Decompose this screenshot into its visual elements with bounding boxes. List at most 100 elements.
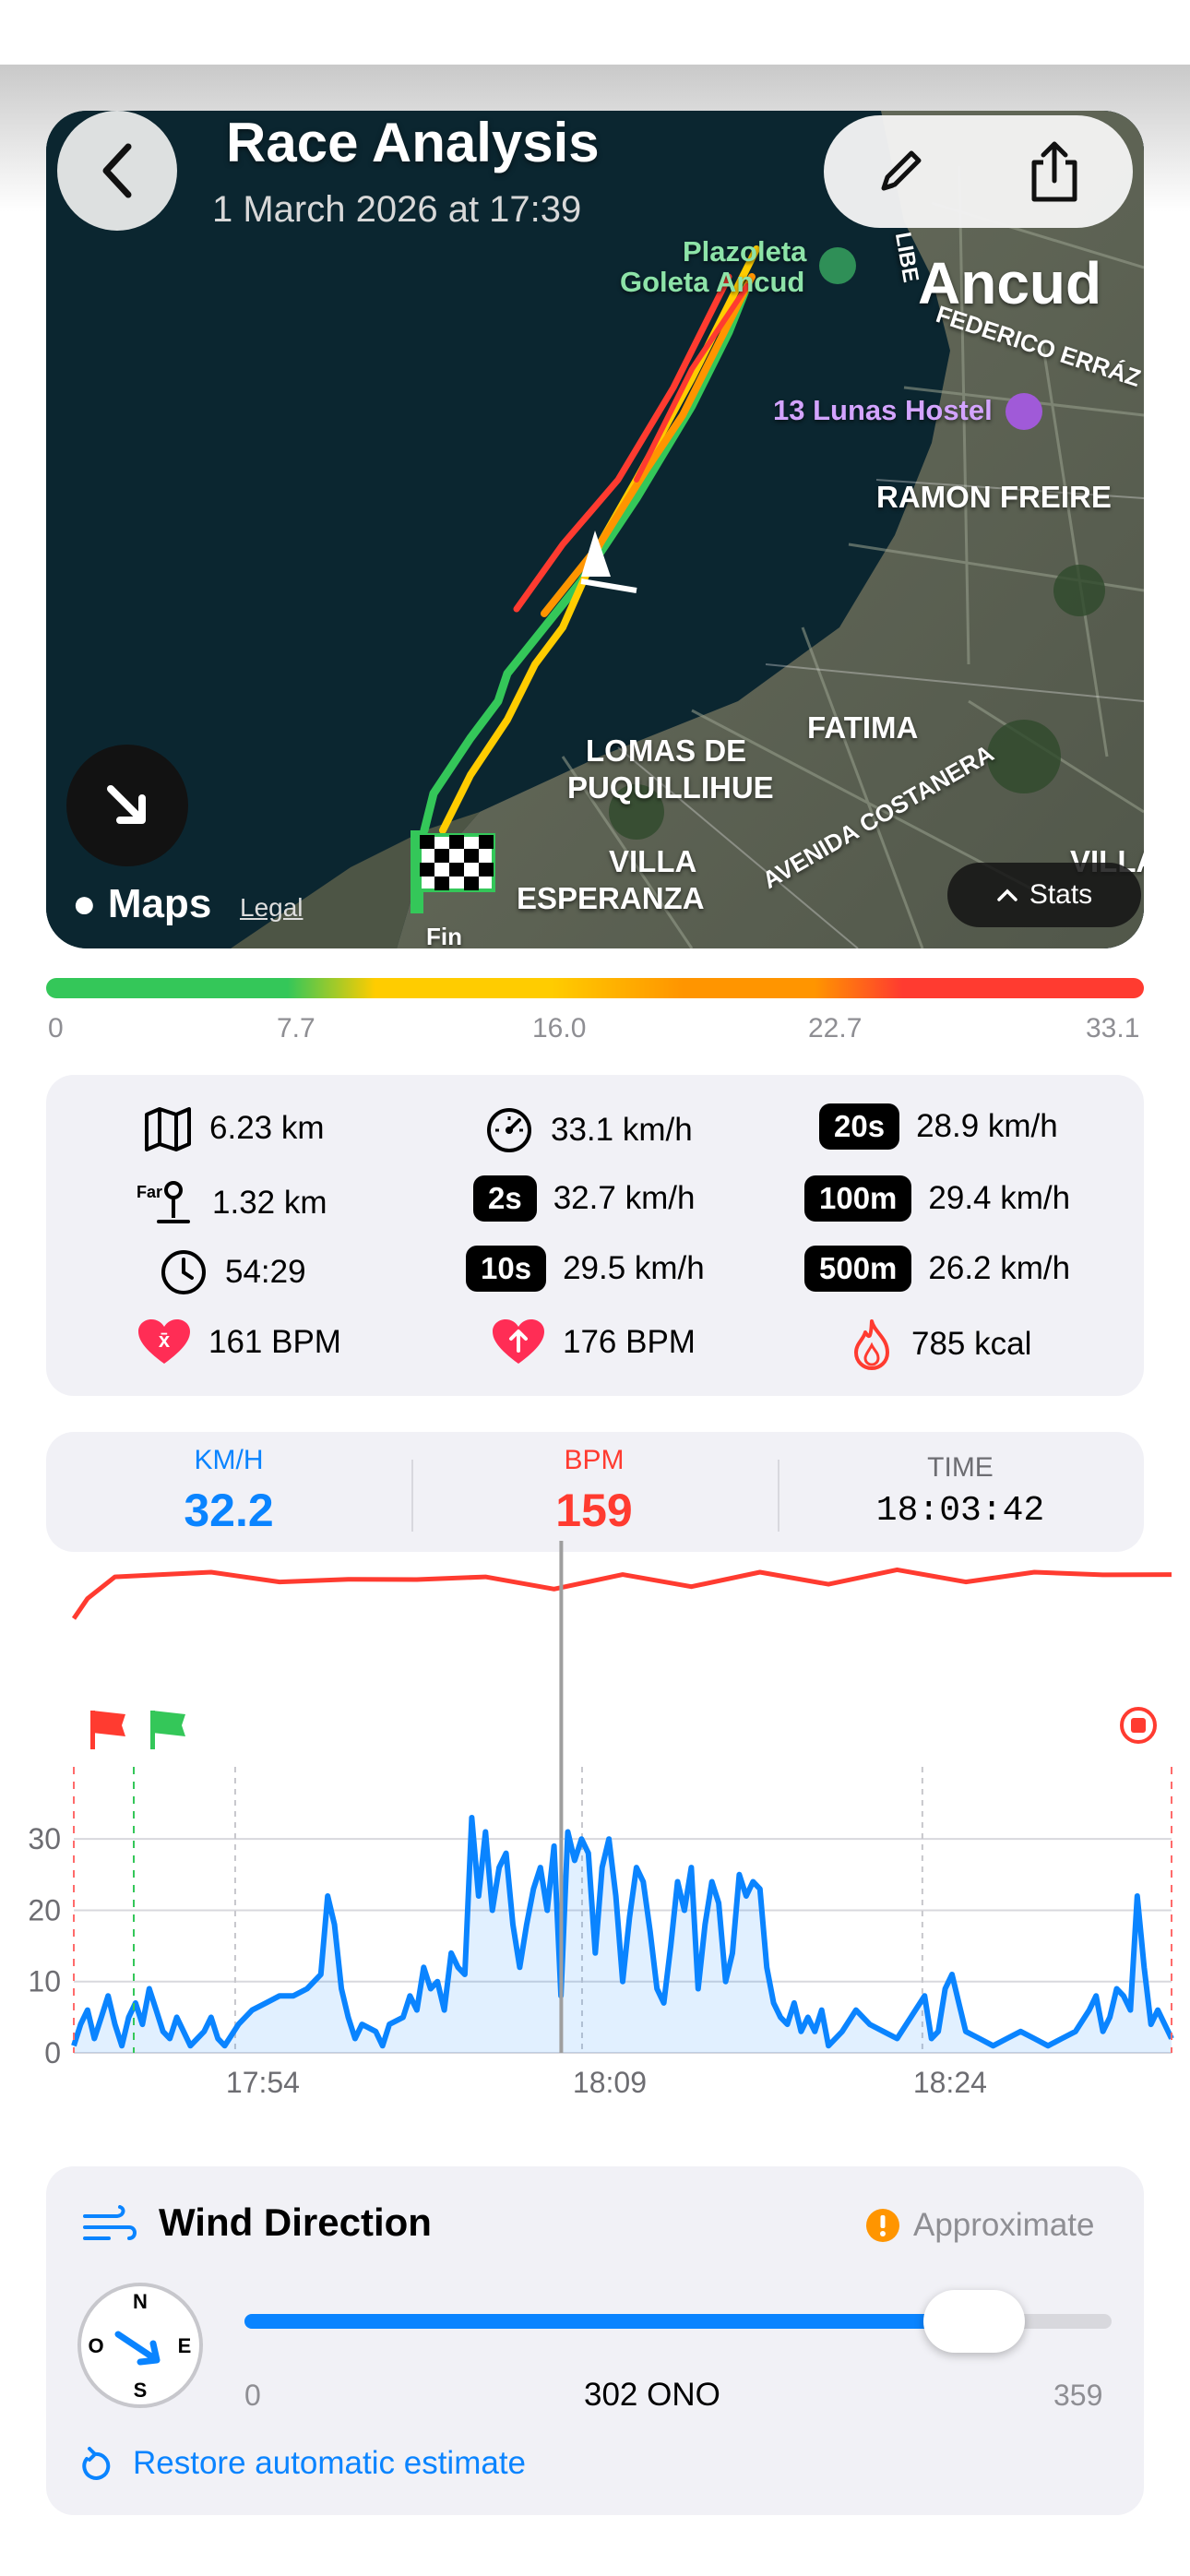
wind-slider-thumb[interactable] — [922, 2290, 1025, 2353]
readout-hr-value: 159 — [555, 1485, 633, 1536]
compass-e: E — [178, 2334, 192, 2357]
stat-avg-hr: x̄ 161 BPM — [137, 1318, 341, 1367]
stats-label: Stats — [1029, 879, 1093, 910]
stat-speed-20s-value: 28.9 km/h — [916, 1108, 1058, 1144]
back-button[interactable] — [57, 111, 177, 231]
chevron-left-icon — [102, 143, 132, 198]
action-pill — [824, 115, 1133, 228]
compass-n: N — [133, 2290, 148, 2313]
wind-slider-max: 359 — [1053, 2379, 1103, 2412]
y-tick-label: 30 — [28, 1822, 61, 1855]
readout-hr-label: BPM — [564, 1445, 625, 1475]
map-label-goleta: Goleta Ancud — [620, 266, 805, 298]
readout-speed-value: 32.2 — [184, 1485, 274, 1536]
scale-tick-2: 16.0 — [532, 1013, 587, 1044]
readout-time-label: TIME — [927, 1452, 994, 1483]
restore-icon — [82, 2447, 111, 2480]
share-icon — [1031, 141, 1077, 202]
stat-speed-10s-value: 29.5 km/h — [563, 1250, 705, 1286]
tag-100m: 100m — [804, 1175, 912, 1222]
scale-tick-0: 0 — [48, 1013, 64, 1044]
readout-speed-label: KM/H — [194, 1445, 264, 1475]
map-label-hostel: 13 Lunas Hostel — [773, 394, 993, 426]
y-tick-label: 0 — [44, 2036, 61, 2069]
stat-avg-hr-value: 161 BPM — [208, 1324, 341, 1360]
stat-speed-500m-value: 26.2 km/h — [928, 1250, 1071, 1286]
stat-duration: 54:29 — [159, 1247, 306, 1297]
restore-button[interactable]: Restore automatic estimate — [79, 2445, 526, 2482]
approximate-label: Approximate — [913, 2207, 1095, 2243]
y-tick-label: 20 — [28, 1893, 61, 1926]
stat-max-hr: 176 BPM — [491, 1318, 696, 1367]
wind-slider-value: 302 ONO — [584, 2377, 720, 2413]
wind-icon — [83, 2205, 137, 2240]
far-pin-icon: Far — [137, 1181, 190, 1223]
wind-slider-fill — [244, 2314, 974, 2329]
stat-speed-10s: 10s 29.5 km/h — [466, 1246, 705, 1292]
race-map[interactable]: Plazoleta Goleta Ancud Ancud LIBE FEDERI… — [46, 111, 1144, 948]
map-label-plazoleta: Plazoleta — [683, 235, 807, 268]
compass-s: S — [134, 2379, 148, 2402]
far-icon-text: Far — [137, 1183, 162, 1201]
pencil-icon — [881, 150, 922, 191]
clock-icon — [161, 1250, 206, 1294]
locate-button[interactable] — [66, 745, 188, 866]
red-flag-icon[interactable] — [90, 1711, 125, 1749]
maps-logo: ● Maps — [72, 881, 211, 927]
maps-label: Maps — [107, 881, 212, 926]
map-label-fatima: FATIMA — [807, 710, 919, 745]
stat-max-speed-value: 33.1 km/h — [551, 1112, 693, 1148]
speed-hr-chart[interactable]: 0 10 20 30 17:54 18:09 18:24 — [0, 1541, 1190, 2131]
tag-500m: 500m — [804, 1246, 912, 1292]
x-tick-label: 18:24 — [913, 2066, 987, 2099]
map-label-fin: Fin — [426, 923, 462, 948]
stop-circle-icon[interactable] — [1120, 1707, 1157, 1744]
flame-icon — [854, 1319, 889, 1370]
approximate-indicator[interactable]: Approximate — [865, 2207, 1094, 2244]
x-tick-label: 17:54 — [226, 2066, 300, 2099]
page-subtitle: 1 March 2026 at 17:39 — [212, 189, 582, 230]
map-background — [46, 111, 1144, 948]
wind-title: Wind Direction — [159, 2200, 432, 2244]
hr-line — [71, 1567, 1172, 1620]
speed-color-scale — [46, 978, 1144, 998]
speed-area — [74, 1818, 1172, 2053]
map-label-puquillihue: PUQUILLIHUE — [567, 770, 774, 805]
stat-duration-value: 54:29 — [225, 1254, 306, 1290]
arrow-down-right-icon — [107, 785, 146, 824]
scale-tick-1: 7.7 — [277, 1013, 315, 1044]
stat-speed-500m: 500m 26.2 km/h — [804, 1246, 1070, 1292]
map-label-villa: VILLA — [609, 844, 697, 878]
share-button[interactable] — [1025, 138, 1084, 205]
readout-time: TIME 18:03:42 — [778, 1452, 1143, 1531]
legal-link[interactable]: Legal — [240, 893, 303, 923]
speedometer-icon — [487, 1108, 531, 1152]
heart-avg-icon: x̄ — [138, 1319, 190, 1364]
restore-label: Restore automatic estimate — [133, 2445, 527, 2481]
heart-max-icon — [493, 1319, 544, 1364]
stat-speed-20s: 20s 28.9 km/h — [819, 1103, 1058, 1150]
stat-distance: 6.23 km — [143, 1105, 325, 1151]
stat-speed-2s-value: 32.7 km/h — [553, 1180, 696, 1216]
stat-max-hr-value: 176 BPM — [563, 1324, 696, 1360]
readout-time-value: 18:03:42 — [875, 1491, 1045, 1531]
x-tick-label: 18:09 — [573, 2066, 647, 2099]
map-label-ramon: RAMON FREIRE — [876, 480, 1112, 514]
scale-tick-3: 22.7 — [808, 1013, 863, 1044]
stat-speed-100m: 100m 29.4 km/h — [804, 1175, 1070, 1222]
wind-slider-min: 0 — [244, 2379, 261, 2412]
green-flag-icon[interactable] — [150, 1711, 185, 1749]
map-label-lomas: LOMAS DE — [586, 733, 747, 768]
svg-text:x̄: x̄ — [159, 1329, 171, 1352]
stats-button[interactable]: Stats — [947, 863, 1141, 927]
apple-logo-icon: ● — [72, 881, 97, 926]
tag-10s: 10s — [466, 1246, 547, 1292]
compass-icon: N E S O — [77, 2283, 203, 2408]
chart-y-ticks: 0 10 20 30 — [28, 1822, 61, 2069]
tag-20s: 20s — [819, 1103, 900, 1150]
exclamation-circle-icon — [866, 2209, 899, 2242]
readout-hr: BPM 159 — [411, 1445, 777, 1537]
edit-button[interactable] — [873, 144, 928, 199]
stat-far-value: 1.32 km — [212, 1185, 327, 1221]
compass-o: O — [88, 2334, 103, 2357]
